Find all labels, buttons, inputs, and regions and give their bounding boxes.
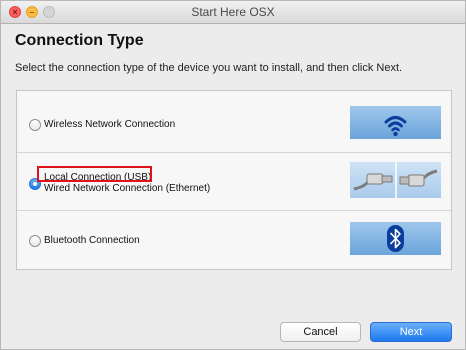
- radio-bluetooth[interactable]: [29, 235, 41, 247]
- next-button[interactable]: Next: [370, 322, 452, 342]
- usb-option-highlight: [37, 166, 152, 182]
- installer-window: × – Start Here OSX Connection Type Selec…: [0, 0, 466, 350]
- title-bar[interactable]: × – Start Here OSX: [1, 1, 465, 24]
- option-ethernet-label: Wired Network Connection (Ethernet): [44, 183, 211, 194]
- wifi-icon: [350, 106, 441, 139]
- instruction-text: Select the connection type of the device…: [15, 62, 403, 74]
- window-title: Start Here OSX: [191, 5, 275, 19]
- option-wireless-label: Wireless Network Connection: [44, 119, 176, 130]
- option-bluetooth[interactable]: Bluetooth Connection: [17, 210, 451, 269]
- option-bluetooth-label: Bluetooth Connection: [44, 235, 140, 246]
- usb-cable-icon: [350, 162, 441, 198]
- option-wireless[interactable]: Wireless Network Connection: [17, 91, 451, 153]
- page-title: Connection Type: [15, 32, 144, 49]
- cancel-button[interactable]: Cancel: [280, 322, 361, 342]
- radio-wireless[interactable]: [29, 119, 41, 131]
- bluetooth-icon: [350, 222, 441, 255]
